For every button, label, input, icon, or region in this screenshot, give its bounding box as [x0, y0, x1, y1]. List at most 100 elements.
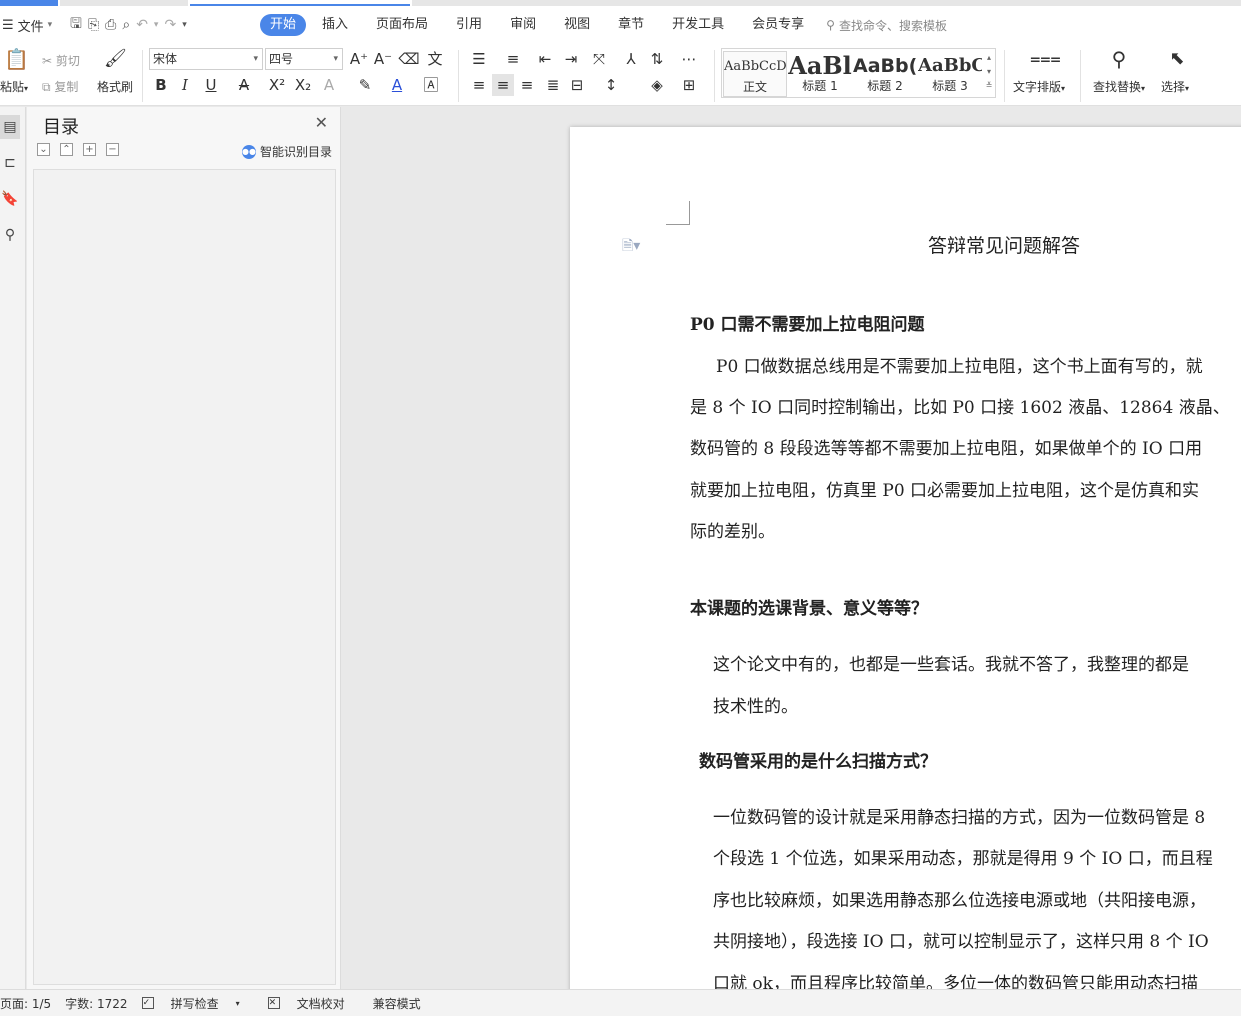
decrease-indent-icon[interactable]: ⇤ — [534, 48, 556, 70]
toc-pane-icon[interactable]: ▤ — [0, 115, 20, 139]
align-right-icon[interactable]: ≡ — [516, 74, 538, 96]
tab-references[interactable]: 引用 — [444, 14, 494, 36]
superscript-icon[interactable]: X² — [266, 74, 288, 96]
proofread-button[interactable]: ✕ 文档校对 — [267, 995, 359, 1012]
tab-developer[interactable]: 开发工具 — [660, 14, 736, 36]
format-painter-button[interactable]: 格式刷 — [97, 78, 133, 95]
sort-icon[interactable]: ⇅ — [646, 48, 668, 70]
font-color-icon[interactable]: A — [386, 74, 408, 96]
document-options-icon[interactable]: 🗎▾ — [622, 235, 640, 259]
line-spacing-icon[interactable]: ↕ — [600, 74, 622, 96]
tab-insert[interactable]: 插入 — [310, 14, 360, 36]
style-heading-3[interactable]: AaBbC 标题 3 — [918, 51, 982, 97]
shading-icon[interactable]: ◈ — [646, 74, 668, 96]
chapter-nav-icon[interactable]: ⊏ — [0, 151, 20, 175]
highlight-icon[interactable]: ✎ — [354, 74, 376, 96]
print-preview-icon[interactable]: ⌕ — [122, 17, 130, 33]
style-normal[interactable]: AaBbCcDd 正文 — [723, 51, 787, 97]
bullet-list-icon[interactable]: ☰ — [468, 48, 490, 70]
smart-toc-button[interactable]: ●● 智能识别目录 — [241, 143, 332, 160]
cut-button[interactable]: ✂ 剪切 — [42, 52, 80, 69]
char-border-icon[interactable]: 🄰 — [420, 74, 442, 96]
print-icon[interactable]: ⎙ — [105, 17, 116, 33]
justify-icon[interactable]: ≣ — [542, 74, 564, 96]
navigation-icon-strip: ▤ ⊏ 🔖 ⚲ — [0, 107, 26, 989]
chinese-layout-icon[interactable]: ⤧ — [588, 48, 610, 70]
undo-icon[interactable]: ↶ — [136, 17, 148, 33]
numbered-list-icon[interactable]: ≡ — [502, 48, 524, 70]
tab-member[interactable]: 会员专享 — [740, 14, 816, 36]
style-heading-2[interactable]: AaBb( 标题 2 — [853, 51, 917, 97]
document-title: 答辩常见问题解答 — [928, 235, 1081, 257]
font-name-select[interactable]: 宋体 ▾ — [149, 48, 263, 70]
text-direction-icon[interactable]: ⅄ — [620, 48, 642, 70]
close-icon[interactable]: ✕ — [315, 113, 328, 132]
redo-icon[interactable]: ↷ — [164, 17, 176, 33]
select-button[interactable]: 选择▾ — [1161, 78, 1189, 95]
bold-icon[interactable]: B — [150, 74, 172, 96]
font-name-value: 宋体 — [153, 52, 178, 66]
compat-mode-label: 兼容模式 — [372, 996, 421, 1011]
tab-home[interactable]: 开始 — [260, 14, 307, 36]
collapse-all-icon[interactable]: ⌃ — [60, 143, 73, 156]
tab-review[interactable]: 审阅 — [498, 14, 548, 36]
find-replace-icon[interactable]: ⚲ — [1108, 48, 1130, 70]
add-entry-icon[interactable]: + — [83, 143, 96, 156]
word-count[interactable]: 字数: 1722 — [65, 995, 127, 1012]
export-pdf-icon[interactable]: ⎘ — [88, 17, 99, 33]
grow-font-icon[interactable]: A⁺ — [348, 48, 370, 70]
copy-button[interactable]: ⧉ 复制 — [42, 78, 78, 95]
underline-icon[interactable]: U — [200, 74, 222, 96]
tab-view[interactable]: 视图 — [552, 14, 602, 36]
select-cursor-icon[interactable]: ⬉ — [1166, 48, 1188, 70]
quick-access-toolbar: 🖫 ⎘ ⎙ ⌕ ↶ ▾ ↷ ▾ — [70, 13, 260, 37]
style-gallery-scroll[interactable]: ▴ ▾ ≚ — [984, 51, 994, 95]
proofread-icon: ✕ — [267, 997, 280, 1009]
text-layout-icon[interactable]: ⩶ — [1030, 48, 1061, 70]
distribute-icon[interactable]: ⊟ — [566, 74, 588, 96]
find-replace-dropdown-icon: ▾ — [1141, 84, 1146, 93]
format-painter-icon[interactable]: 🖌 — [104, 48, 127, 70]
document-page[interactable]: 🗎▾ 答辩常见问题解答 P0 口需不需要加上拉电阻问题 P0 口做数据总线用是不… — [570, 127, 1241, 989]
quick-access-dropdown-icon[interactable]: ▾ — [182, 20, 187, 30]
strikethrough-icon[interactable]: A — [233, 74, 255, 96]
subscript-icon[interactable]: X₂ — [292, 74, 314, 96]
ribbon-divider — [1080, 50, 1081, 102]
toc-list[interactable] — [33, 169, 336, 985]
increase-indent-icon[interactable]: ⇥ — [560, 48, 582, 70]
align-left-icon[interactable]: ≡ — [468, 74, 490, 96]
spellcheck-button[interactable]: ✓ 拼写检查 ▾ — [141, 995, 254, 1012]
remove-entry-icon[interactable]: − — [106, 143, 119, 156]
text-layout-button[interactable]: 文字排版▾ — [1013, 78, 1065, 95]
phonetic-guide-icon[interactable]: 文 — [424, 48, 446, 70]
paragraph-line: 技术性的。 — [713, 697, 798, 717]
undo-dropdown-icon[interactable]: ▾ — [154, 20, 159, 30]
italic-icon[interactable]: I — [174, 74, 196, 96]
bookmark-icon[interactable]: 🔖 — [0, 187, 20, 211]
tab-page-layout[interactable]: 页面布局 — [364, 14, 440, 36]
ribbon-divider — [458, 50, 459, 102]
find-replace-label: 查找替换 — [1093, 80, 1142, 94]
font-size-select[interactable]: 四号 ▾ — [265, 48, 343, 70]
file-menu[interactable]: ☰ 文件 ▾ — [0, 16, 70, 35]
section-heading: P0 口需不需要加上拉电阻问题 — [690, 315, 925, 335]
find-replace-button[interactable]: 查找替换▾ — [1093, 78, 1145, 95]
page-indicator[interactable]: 页面: 1/5 — [0, 995, 51, 1012]
command-search[interactable]: ⚲ 查找命令、搜索模板 — [826, 17, 947, 34]
spellcheck-label: 拼写检查 — [170, 996, 219, 1011]
show-marks-icon[interactable]: ⋯ — [678, 48, 700, 70]
shrink-font-icon[interactable]: A⁻ — [372, 48, 394, 70]
tab-chapter[interactable]: 章节 — [606, 14, 656, 36]
expand-all-icon[interactable]: ⌄ — [37, 143, 50, 156]
text-effect-icon[interactable]: A — [318, 74, 340, 96]
search-icon[interactable]: ⚲ — [0, 223, 20, 247]
borders-icon[interactable]: ⊞ — [678, 74, 700, 96]
document-canvas[interactable]: 🗎▾ 答辩常见问题解答 P0 口需不需要加上拉电阻问题 P0 口做数据总线用是不… — [342, 107, 1241, 989]
save-icon[interactable]: 🖫 — [70, 13, 82, 37]
paste-button[interactable]: 粘贴▾ — [0, 78, 28, 95]
paste-icon[interactable]: 📋 — [4, 48, 29, 70]
align-center-icon[interactable]: ≡ — [492, 74, 514, 96]
style-heading-1[interactable]: AaBl 标题 1 — [788, 51, 852, 97]
style-gallery: AaBbCcDd 正文 AaBl 标题 1 AaBb( 标题 2 AaBbC 标… — [721, 48, 996, 98]
clear-format-icon[interactable]: ⌫ — [398, 48, 420, 70]
